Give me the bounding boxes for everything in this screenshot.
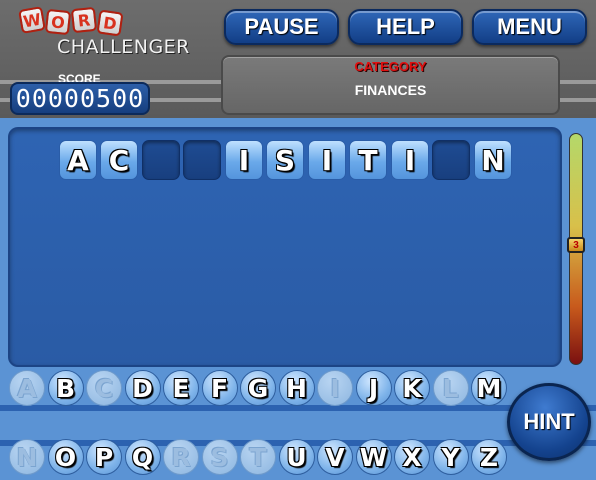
letter-key-n: N bbox=[9, 439, 45, 475]
letter-slot-empty bbox=[183, 140, 221, 180]
letter-slot-revealed: C bbox=[100, 140, 138, 180]
category-title: CATEGORY bbox=[354, 59, 427, 74]
letter-key-u[interactable]: U bbox=[278, 439, 315, 475]
letter-key-g[interactable]: G bbox=[240, 370, 276, 406]
game-logo: W O R D CHALLENGER bbox=[18, 6, 210, 63]
meter-level-indicator: 3 bbox=[567, 237, 585, 253]
logo-subtitle: CHALLENGER bbox=[57, 36, 190, 58]
pause-button[interactable]: PAUSE bbox=[224, 9, 339, 45]
letter-key-w[interactable]: W bbox=[355, 439, 392, 475]
menu-button[interactable]: MENU bbox=[472, 9, 587, 45]
letter-key-h[interactable]: H bbox=[278, 370, 315, 406]
hint-button[interactable]: HINT bbox=[507, 383, 591, 461]
logo-tile: R bbox=[70, 6, 98, 34]
letter-key-q[interactable]: Q bbox=[124, 439, 161, 475]
letter-key-f[interactable]: F bbox=[201, 370, 238, 406]
category-value: FINANCES bbox=[354, 82, 427, 98]
letter-slot-revealed: A bbox=[59, 140, 97, 180]
letter-slot-revealed: S bbox=[266, 140, 304, 180]
letter-slot-revealed: N bbox=[474, 140, 512, 180]
help-button[interactable]: HELP bbox=[348, 9, 463, 45]
score-value: 00000500 bbox=[10, 82, 150, 115]
logo-tile: D bbox=[96, 9, 124, 37]
letter-slot-empty bbox=[142, 140, 180, 180]
letter-key-m[interactable]: M bbox=[471, 370, 507, 406]
letter-slot-revealed: T bbox=[349, 140, 387, 180]
letter-slot-revealed: I bbox=[391, 140, 429, 180]
letter-key-z[interactable]: Z bbox=[471, 439, 507, 475]
category-panel: CATEGORY FINANCES bbox=[221, 55, 560, 115]
letter-key-c: C bbox=[86, 370, 122, 406]
letter-slot-empty bbox=[432, 140, 470, 180]
letter-key-x[interactable]: X bbox=[394, 439, 430, 475]
letter-key-j[interactable]: J bbox=[355, 370, 392, 406]
logo-tile: W bbox=[18, 6, 46, 34]
letter-key-o[interactable]: O bbox=[47, 439, 84, 475]
letter-key-a: A bbox=[9, 370, 45, 406]
letter-key-y[interactable]: Y bbox=[432, 439, 469, 475]
letter-key-l: L bbox=[432, 370, 469, 406]
letter-key-i: I bbox=[317, 370, 353, 406]
letter-key-p[interactable]: P bbox=[86, 439, 122, 475]
logo-tile: O bbox=[44, 8, 72, 36]
letter-key-t: T bbox=[240, 439, 276, 475]
letter-slot-revealed: I bbox=[308, 140, 346, 180]
letter-key-e[interactable]: E bbox=[163, 370, 199, 406]
letter-key-k[interactable]: K bbox=[394, 370, 430, 406]
letter-key-v[interactable]: V bbox=[317, 439, 353, 475]
letter-key-b[interactable]: B bbox=[47, 370, 84, 406]
letter-key-d[interactable]: D bbox=[124, 370, 161, 406]
letter-key-s: S bbox=[201, 439, 238, 475]
letter-slot-revealed: I bbox=[225, 140, 263, 180]
letter-key-r: R bbox=[163, 439, 199, 475]
